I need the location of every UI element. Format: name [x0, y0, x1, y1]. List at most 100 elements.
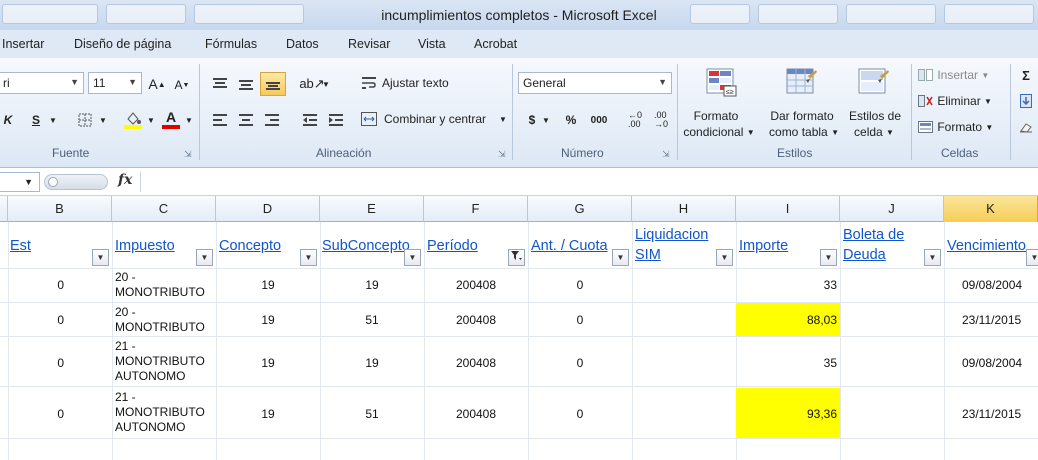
header-periodo[interactable]: Período: [427, 236, 478, 256]
column-header-a[interactable]: [0, 196, 8, 222]
increase-decimal-icon[interactable]: ←0.00: [624, 110, 646, 130]
filter-dropdown-icon[interactable]: ▼: [404, 249, 421, 266]
chevron-down-icon[interactable]: ▼: [322, 76, 330, 92]
column-header-c[interactable]: C: [112, 196, 216, 222]
increase-indent-icon[interactable]: [326, 110, 346, 130]
delete-cells-button[interactable]: Eliminar ▼: [918, 92, 992, 110]
cell-concepto[interactable]: 19: [216, 356, 320, 371]
fill-down-icon[interactable]: [1018, 92, 1034, 110]
header-impuesto[interactable]: Impuesto: [115, 236, 175, 256]
align-middle-icon[interactable]: [236, 74, 256, 94]
header-est[interactable]: Est: [10, 236, 31, 256]
header-vencimiento[interactable]: Vencimiento: [947, 236, 1038, 256]
chevron-down-icon[interactable]: ▼: [146, 110, 156, 130]
formula-input[interactable]: [140, 172, 1038, 192]
cell-styles-icon[interactable]: [858, 68, 890, 98]
filter-dropdown-icon[interactable]: ▼: [92, 249, 109, 266]
shrink-font-button[interactable]: A ▼: [174, 76, 190, 94]
cell-styles-label-1[interactable]: Estilos de: [842, 108, 908, 124]
cell-importe[interactable]: 88,03: [736, 313, 837, 328]
header-importe[interactable]: Importe: [739, 236, 788, 256]
align-center-icon[interactable]: [236, 110, 256, 130]
percent-button[interactable]: %: [562, 110, 580, 130]
tab-revisar[interactable]: Revisar: [348, 37, 390, 51]
insert-cells-button[interactable]: Insertar ▼: [918, 66, 989, 84]
format-table-icon[interactable]: [786, 68, 818, 98]
column-header-d[interactable]: D: [216, 196, 320, 222]
chevron-down-icon[interactable]: ▼: [658, 77, 667, 87]
column-header-b[interactable]: B: [8, 196, 112, 222]
autosum-button[interactable]: Σ: [1018, 66, 1034, 84]
dialog-launcher-icon[interactable]: ⇲: [498, 149, 506, 160]
format-cells-button[interactable]: Formato ▼: [918, 118, 993, 136]
font-color-icon[interactable]: A: [160, 106, 182, 132]
currency-button[interactable]: $: [524, 110, 540, 130]
dialog-launcher-icon[interactable]: ⇲: [662, 149, 670, 160]
header-ant-cuota[interactable]: Ant. / Cuota: [531, 236, 608, 256]
fx-icon[interactable]: fx: [118, 172, 132, 188]
filter-dropdown-icon[interactable]: ▼: [612, 249, 629, 266]
cell-styles-button[interactable]: celda ▼: [846, 124, 902, 140]
italic-button[interactable]: K: [0, 110, 16, 130]
align-left-icon[interactable]: [210, 110, 230, 130]
cell-concepto[interactable]: 19: [216, 407, 320, 422]
font-size-combo[interactable]: 11 ▼: [88, 72, 142, 94]
cell-concepto[interactable]: 19: [216, 313, 320, 328]
number-format-combo[interactable]: General ▼: [518, 72, 672, 94]
conditional-format-label-1[interactable]: Formato: [684, 108, 748, 124]
column-header-f[interactable]: F: [424, 196, 528, 222]
name-box[interactable]: ▼: [0, 172, 40, 192]
conditional-format-icon[interactable]: ≤≥: [706, 68, 738, 98]
chevron-down-icon[interactable]: ▼: [24, 177, 33, 187]
cell-subconcepto[interactable]: 19: [320, 356, 424, 371]
cell-periodo[interactable]: 200408: [424, 313, 528, 328]
cell-ant-cuota[interactable]: 0: [528, 356, 632, 371]
cell-est[interactable]: 0: [8, 313, 64, 328]
cell-importe[interactable]: 33: [736, 278, 837, 293]
filter-dropdown-icon[interactable]: ▼: [196, 249, 213, 266]
cell-est[interactable]: 0: [8, 356, 64, 371]
header-liquidacion[interactable]: Liquidacion SIM: [635, 225, 708, 265]
cell-importe[interactable]: 93,36: [736, 407, 837, 422]
cell-importe[interactable]: 35: [736, 356, 837, 371]
cell-ant-cuota[interactable]: 0: [528, 313, 632, 328]
align-top-icon[interactable]: [210, 74, 230, 94]
wrap-text-button[interactable]: Ajustar texto: [382, 74, 449, 92]
align-right-icon[interactable]: [262, 110, 282, 130]
clear-icon[interactable]: [1018, 118, 1034, 136]
cell-vencimiento[interactable]: 23/11/2015: [962, 407, 1021, 422]
column-header-k[interactable]: K: [944, 196, 1038, 222]
cell-vencimiento[interactable]: 09/08/2004: [962, 356, 1022, 371]
chevron-down-icon[interactable]: ▼: [128, 77, 137, 87]
decrease-indent-icon[interactable]: [300, 110, 320, 130]
thousands-button[interactable]: 000: [588, 110, 610, 130]
merge-center-button[interactable]: Combinar y centrar: [384, 110, 486, 128]
font-name-combo[interactable]: ri ▼: [0, 72, 84, 94]
fill-color-icon[interactable]: [122, 108, 144, 132]
column-header-g[interactable]: G: [528, 196, 632, 222]
wrap-text-icon[interactable]: [360, 74, 378, 92]
cell-vencimiento[interactable]: 09/08/2004: [962, 278, 1022, 293]
tab-vista[interactable]: Vista: [418, 37, 446, 51]
dialog-launcher-icon[interactable]: ⇲: [184, 149, 192, 160]
format-table-button[interactable]: como tabla ▼: [762, 124, 846, 140]
tab-formulas[interactable]: Fórmulas: [205, 37, 257, 51]
tab-diseno-pagina[interactable]: Diseño de página: [74, 37, 171, 51]
underline-button[interactable]: S: [28, 110, 44, 130]
tab-acrobat[interactable]: Acrobat: [474, 37, 517, 51]
header-concepto[interactable]: Concepto: [219, 236, 281, 256]
cell-subconcepto[interactable]: 51: [320, 407, 424, 422]
filter-active-icon[interactable]: [508, 249, 525, 266]
cell-subconcepto[interactable]: 51: [320, 313, 424, 328]
align-bottom-icon[interactable]: [260, 72, 286, 96]
cell-subconcepto[interactable]: 19: [320, 278, 424, 293]
column-header-i[interactable]: I: [736, 196, 840, 222]
merge-center-icon[interactable]: [360, 110, 378, 128]
chevron-down-icon[interactable]: ▼: [70, 77, 79, 87]
chevron-down-icon[interactable]: ▼: [98, 110, 108, 130]
cell-impuesto[interactable]: 20 - MONOTRIBUTO: [115, 270, 215, 300]
chevron-down-icon[interactable]: ▼: [48, 110, 58, 130]
header-boleta-deuda[interactable]: Boleta de Deuda: [843, 225, 904, 265]
column-header-h[interactable]: H: [632, 196, 736, 222]
chevron-down-icon[interactable]: ▼: [542, 110, 550, 130]
